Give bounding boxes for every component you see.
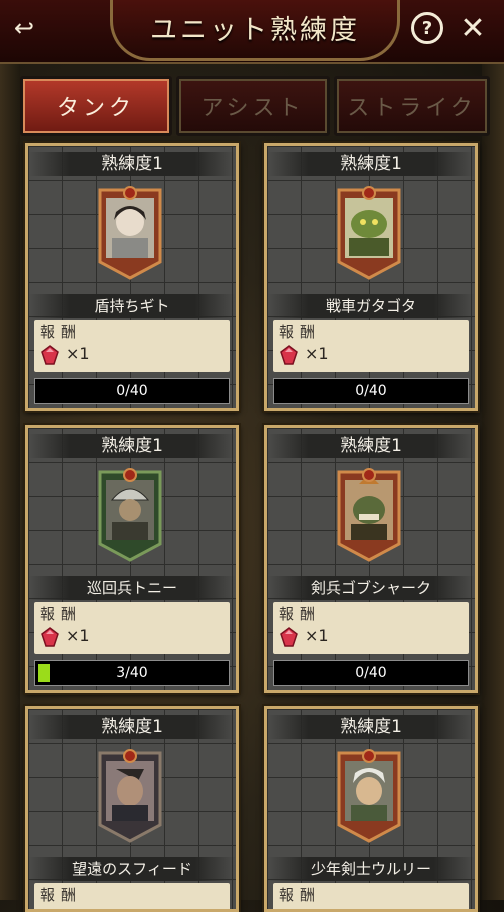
unit-card[interactable]: 熟練度1 剣兵ゴブシャーク 報酬 ×1 0/40: [264, 425, 478, 693]
progress-text: 0/40: [116, 383, 148, 399]
reward-quantity: ×1: [305, 626, 329, 645]
reward-label: 報酬: [40, 605, 83, 623]
mastery-progress-bar: 0/40: [273, 378, 469, 404]
card-grid: 熟練度1 盾持ちギト 報酬 ×1 0/40: [28, 146, 236, 408]
card-grid: 熟練度1 巡回兵トニー 報酬 ×1 3/40: [28, 428, 236, 690]
mastery-level: 熟練度1: [267, 434, 475, 458]
mastery-level: 熟練度1: [28, 434, 236, 458]
back-button[interactable]: ↩: [6, 10, 42, 46]
unit-portrait-icon: [98, 186, 162, 280]
tab-tank[interactable]: タンク: [20, 76, 172, 136]
background-right: [482, 60, 504, 900]
reward-quantity: ×1: [66, 626, 90, 645]
card-grid: 熟練度1 戦車ガタゴタ 報酬 ×1 0/40: [267, 146, 475, 408]
mastery-level: 熟練度1: [267, 152, 475, 176]
mastery-progress-bar: 0/40: [34, 378, 230, 404]
unit-portrait-icon: [337, 186, 401, 280]
close-button[interactable]: ✕: [455, 10, 491, 46]
tab-assist[interactable]: アシスト: [176, 76, 330, 136]
unit-card[interactable]: 熟練度1 巡回兵トニー 報酬 ×1 3/40: [25, 425, 239, 693]
unit-portrait-icon: [337, 468, 401, 562]
reward-label: 報酬: [279, 323, 322, 341]
reward-quantity: ×1: [305, 344, 329, 363]
ruby-gem-icon: [280, 627, 298, 647]
card-grid: 熟練度1 剣兵ゴブシャーク 報酬 ×1 0/40: [267, 428, 475, 690]
reward-box: 報酬 ×1: [273, 320, 469, 372]
mastery-progress-bar: 0/40: [273, 660, 469, 686]
mastery-level: 熟練度1: [28, 152, 236, 176]
card-grid: 熟練度1 望遠のスフィード 報酬: [28, 709, 236, 909]
reward-label: 報酬: [279, 605, 322, 623]
help-icon: ?: [411, 12, 443, 44]
reward-box: 報酬: [34, 883, 230, 909]
unit-portrait-icon: [337, 749, 401, 843]
ruby-gem-icon: [280, 345, 298, 365]
ruby-gem-icon: [41, 345, 59, 365]
close-icon: ✕: [460, 10, 486, 46]
background-left: [0, 60, 20, 900]
back-arrow-icon: ↩: [13, 14, 35, 42]
help-button[interactable]: ?: [409, 10, 445, 46]
tab-strike[interactable]: ストライク: [334, 76, 490, 136]
unit-name: 少年剣士ウルリー: [267, 857, 475, 881]
unit-name: 巡回兵トニー: [28, 576, 236, 600]
mastery-level: 熟練度1: [267, 715, 475, 739]
reward-box: 報酬 ×1: [273, 602, 469, 654]
reward-label: 報酬: [40, 323, 83, 341]
unit-card[interactable]: 熟練度1 望遠のスフィード 報酬: [25, 706, 239, 912]
unit-name: 望遠のスフィード: [28, 857, 236, 881]
unit-card[interactable]: 熟練度1 少年剣士ウルリー 報酬: [264, 706, 478, 912]
header-bar: ユニット熟練度 ↩ ? ✕: [0, 0, 504, 64]
unit-name: 剣兵ゴブシャーク: [267, 576, 475, 600]
unit-card[interactable]: 熟練度1 盾持ちギト 報酬 ×1 0/40: [25, 143, 239, 411]
unit-portrait-icon: [98, 749, 162, 843]
ruby-gem-icon: [41, 627, 59, 647]
reward-box: 報酬: [273, 883, 469, 909]
mastery-progress-bar: 3/40: [34, 660, 230, 686]
unit-portrait-icon: [98, 468, 162, 562]
mastery-level: 熟練度1: [28, 715, 236, 739]
reward-box: 報酬 ×1: [34, 602, 230, 654]
progress-text: 3/40: [116, 665, 148, 681]
page-title: ユニット熟練度: [150, 15, 360, 46]
unit-name: 盾持ちギト: [28, 294, 236, 318]
reward-label: 報酬: [40, 886, 83, 904]
unit-name: 戦車ガタゴタ: [267, 294, 475, 318]
progress-text: 0/40: [355, 383, 387, 399]
unit-card[interactable]: 熟練度1 戦車ガタゴタ 報酬 ×1 0/40: [264, 143, 478, 411]
card-grid: 熟練度1 少年剣士ウルリー 報酬: [267, 709, 475, 909]
reward-box: 報酬 ×1: [34, 320, 230, 372]
reward-label: 報酬: [279, 886, 322, 904]
reward-quantity: ×1: [66, 344, 90, 363]
progress-text: 0/40: [355, 665, 387, 681]
